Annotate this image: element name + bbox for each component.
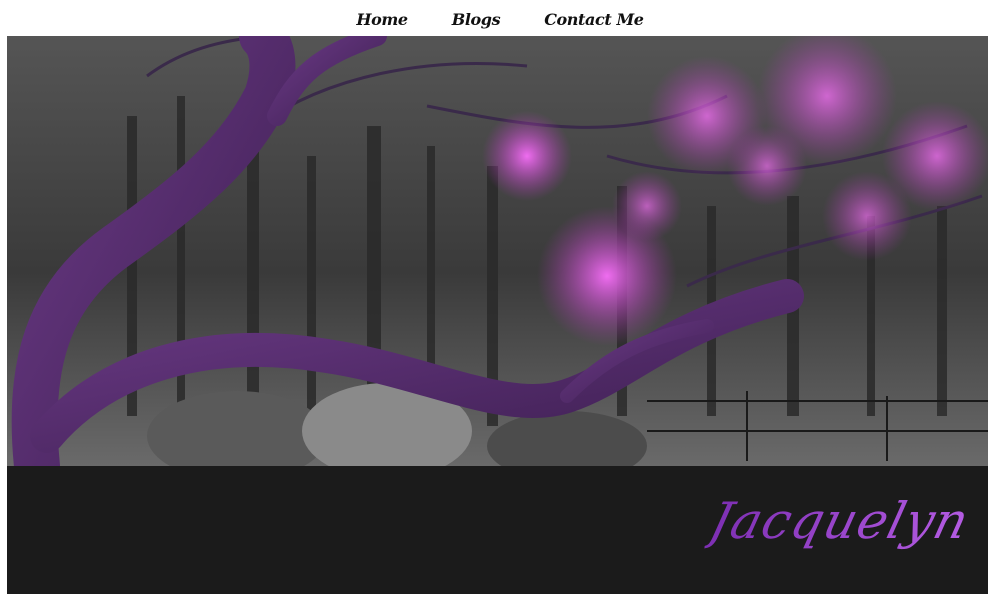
hero-photo (7, 36, 988, 466)
nav-link-contact-me[interactable]: Contact Me (544, 8, 644, 29)
top-navigation: Home Blogs Contact Me (0, 0, 1000, 36)
nav-link-home[interactable]: Home (356, 8, 408, 29)
hero-image (7, 36, 988, 466)
footer-band: Jacquelyn (7, 466, 988, 594)
nav-link-blogs[interactable]: Blogs (452, 8, 501, 29)
signature-logo: Jacquelyn (703, 492, 976, 550)
page-right-margin (988, 36, 1000, 594)
